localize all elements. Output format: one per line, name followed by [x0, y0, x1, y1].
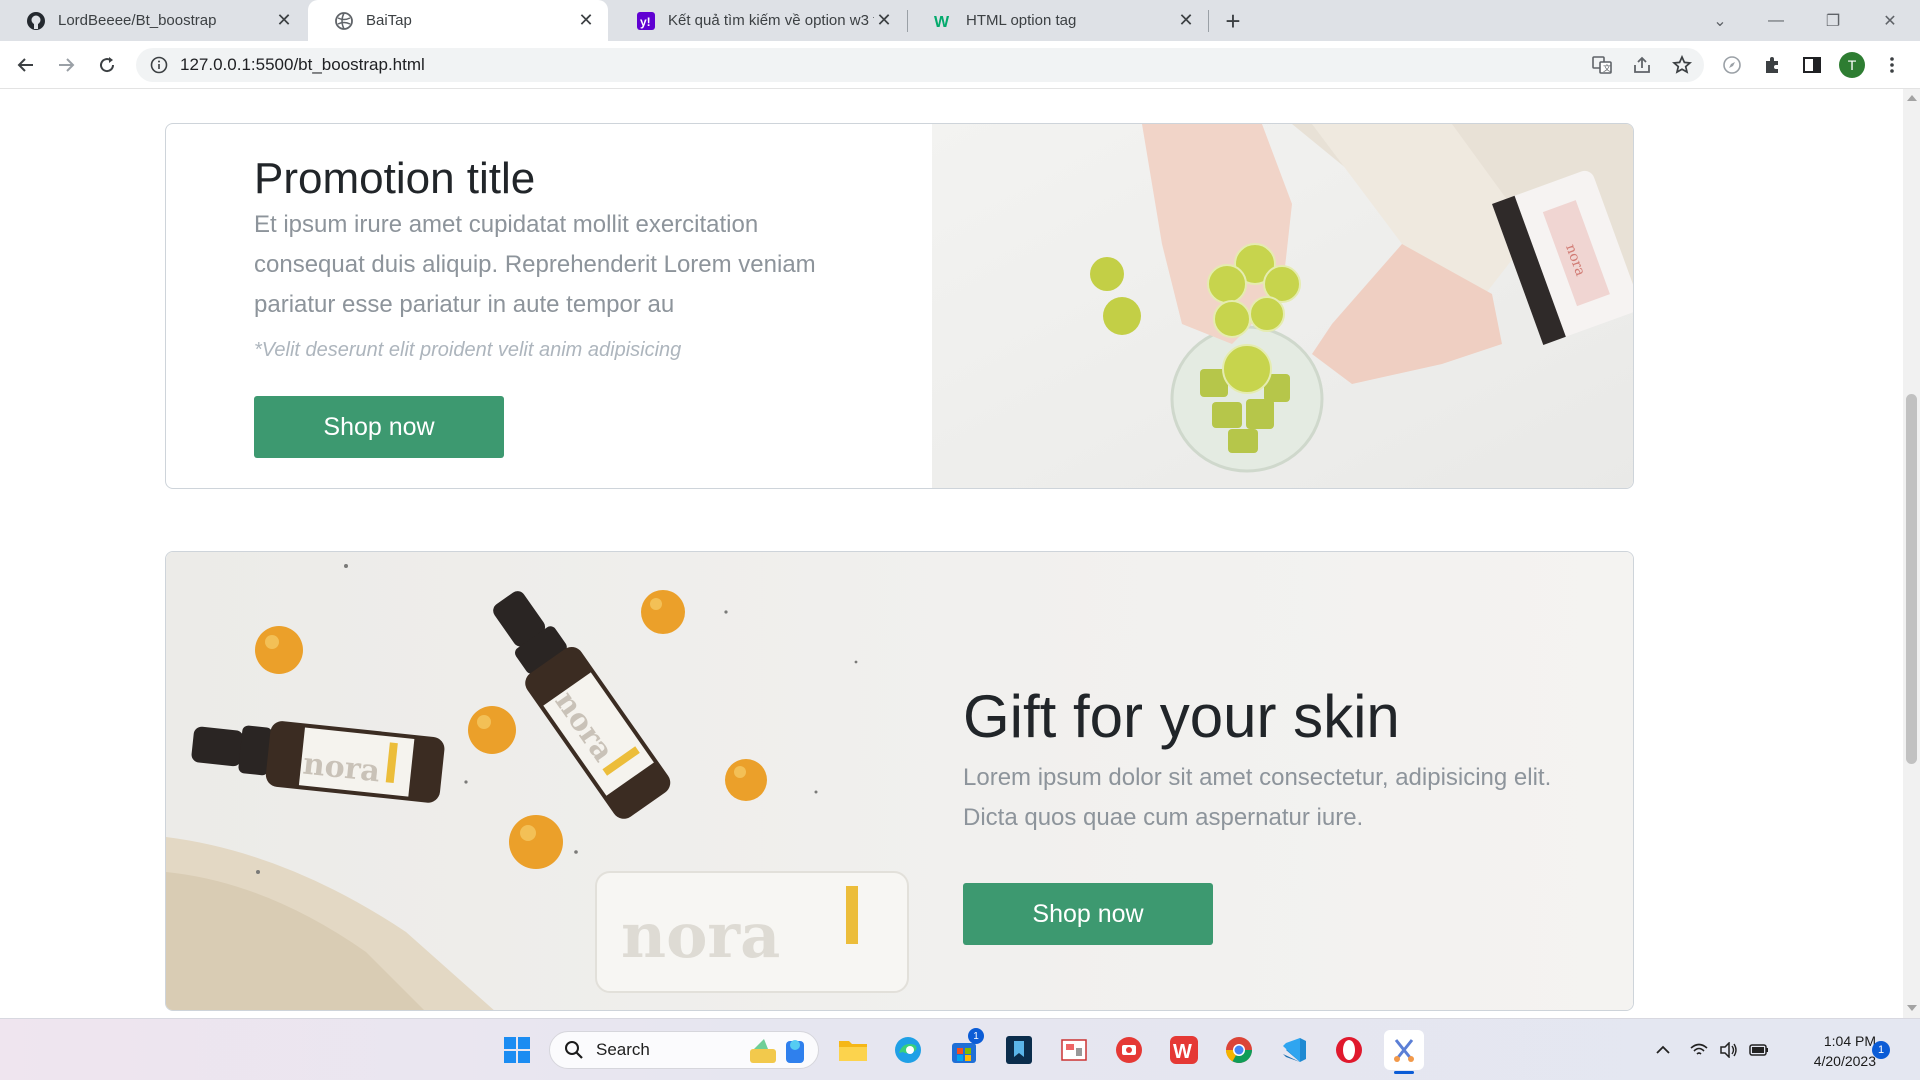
- file-explorer-icon[interactable]: [833, 1030, 873, 1070]
- promotion-product-image: nora: [932, 124, 1633, 488]
- notification-badge[interactable]: 1: [1872, 1041, 1890, 1059]
- back-arrow-icon: [17, 58, 33, 72]
- url-text: 127.0.0.1:5500/bt_boostrap.html: [180, 55, 425, 74]
- minimize-button[interactable]: —: [1746, 0, 1806, 41]
- share-icon[interactable]: [1628, 51, 1656, 79]
- site-info-icon[interactable]: [150, 56, 168, 74]
- promotion-title: Promotion title: [254, 154, 536, 203]
- battery-icon[interactable]: [1744, 1044, 1774, 1056]
- volume-icon[interactable]: [1714, 1042, 1744, 1058]
- tab-title: BaiTap: [366, 12, 412, 29]
- gift-title: Gift for your skin: [963, 683, 1400, 750]
- page-scrollbar[interactable]: [1903, 89, 1920, 1018]
- yahoo-icon: y!: [636, 11, 656, 31]
- avatar: T: [1839, 52, 1865, 78]
- scrollbar-thumb[interactable]: [1906, 394, 1917, 764]
- recorder-app-icon[interactable]: [1109, 1030, 1149, 1070]
- new-tab-button[interactable]: +: [1218, 6, 1248, 36]
- clock-time: 1:04 PM: [1823, 1033, 1876, 1049]
- taskbar-clock[interactable]: 1:04 PM 4/20/2023: [1786, 1031, 1876, 1071]
- tab-title: Kết quả tìm kiếm về option w3 tr: [668, 12, 874, 29]
- tab-separator: [1208, 10, 1209, 32]
- promotion-card: Promotion title Et ipsum irure amet cupi…: [165, 123, 1634, 489]
- back-button[interactable]: [10, 49, 42, 81]
- close-tab-icon[interactable]: ✕: [1176, 10, 1196, 31]
- tab-yahoo[interactable]: y! Kết quả tìm kiếm về option w3 tr ✕: [610, 0, 906, 41]
- promotion-shop-now-button[interactable]: Shop now: [254, 396, 504, 458]
- close-tab-icon[interactable]: ✕: [274, 10, 294, 31]
- close-window-button[interactable]: ✕: [1860, 0, 1920, 41]
- reload-button[interactable]: [91, 49, 123, 81]
- windows-start-icon[interactable]: [497, 1030, 537, 1070]
- translate-icon[interactable]: 文: [1588, 51, 1616, 79]
- w3schools-icon: W: [934, 11, 954, 31]
- tube-brand-label: nora: [621, 899, 780, 972]
- bookmark-star-icon[interactable]: [1668, 51, 1696, 79]
- restore-button[interactable]: ❐: [1803, 0, 1863, 41]
- tab-w3schools[interactable]: W HTML option tag ✕: [908, 0, 1208, 41]
- edge-browser-icon[interactable]: [888, 1030, 928, 1070]
- app-bookmark-icon[interactable]: [999, 1030, 1039, 1070]
- svg-text:W: W: [934, 14, 950, 30]
- svg-text:文: 文: [1603, 63, 1611, 73]
- forward-button[interactable]: [50, 49, 82, 81]
- gift-shop-now-button[interactable]: Shop now: [963, 883, 1213, 945]
- promotion-note: *Velit deserunt elit proident velit anim…: [254, 339, 682, 361]
- github-icon: [26, 11, 46, 31]
- taskbar-search-box[interactable]: Search: [549, 1031, 819, 1069]
- opera-browser-icon[interactable]: [1329, 1030, 1369, 1070]
- menu-kebab-icon[interactable]: [1878, 51, 1906, 79]
- forward-arrow-icon: [59, 58, 75, 72]
- svg-text:W: W: [1173, 1041, 1192, 1063]
- tab-search-icon[interactable]: ⌄: [1690, 0, 1750, 41]
- chrome-browser-icon[interactable]: [1219, 1030, 1259, 1070]
- wps-office-icon[interactable]: W: [1164, 1030, 1204, 1070]
- snip-sketch-icon[interactable]: [1384, 1030, 1424, 1074]
- taskbar: Search 1 W 1:04 PM 4/20/2023 1: [0, 1018, 1920, 1080]
- search-highlight-illustration-icon: [750, 1039, 804, 1063]
- clock-date: 4/20/2023: [1813, 1053, 1876, 1069]
- chevron-up-icon[interactable]: [1650, 1045, 1676, 1055]
- tab-strip: LordBeeee/Bt_boostrap ✕ BaiTap ✕ y! Kết …: [0, 0, 1920, 41]
- browser-toolbar: 127.0.0.1:5500/bt_boostrap.html 文 T: [0, 41, 1920, 89]
- compass-extension-icon[interactable]: [1718, 51, 1746, 79]
- extensions-puzzle-icon[interactable]: [1758, 51, 1786, 79]
- scroll-down-arrow-icon[interactable]: [1907, 1005, 1917, 1011]
- gift-description: Lorem ipsum dolor sit amet consectetur, …: [963, 764, 1552, 831]
- promotion-description: Et ipsum irure amet cupidatat mollit exe…: [254, 211, 816, 318]
- tab-title: HTML option tag: [966, 12, 1077, 29]
- reload-icon: [100, 57, 115, 73]
- tab-baitap[interactable]: BaiTap ✕: [308, 0, 608, 41]
- tab-title: LordBeeee/Bt_boostrap: [58, 12, 217, 29]
- page-viewport: Promotion title Et ipsum irure amet cupi…: [0, 89, 1903, 1018]
- active-app-indicator: [1394, 1071, 1414, 1074]
- snipping-tool-icon[interactable]: [1054, 1030, 1094, 1070]
- close-tab-icon[interactable]: ✕: [576, 10, 596, 31]
- globe-icon: [334, 11, 354, 31]
- gift-card: nora nora nora Gift for your skin Lorem …: [165, 551, 1634, 1011]
- search-placeholder: Search: [596, 1040, 650, 1059]
- search-icon: [565, 1041, 583, 1059]
- svg-text:y!: y!: [640, 15, 651, 29]
- microsoft-store-icon[interactable]: 1: [944, 1028, 984, 1070]
- vscode-icon[interactable]: [1274, 1030, 1314, 1070]
- wifi-icon[interactable]: [1684, 1043, 1714, 1057]
- scroll-up-arrow-icon[interactable]: [1907, 95, 1917, 101]
- side-panel-icon[interactable]: [1798, 51, 1826, 79]
- system-tray: [1650, 1019, 1774, 1080]
- profile-button[interactable]: T: [1838, 51, 1866, 79]
- close-tab-icon[interactable]: ✕: [874, 10, 894, 31]
- store-badge: 1: [968, 1028, 984, 1044]
- tab-github[interactable]: LordBeeee/Bt_boostrap ✕: [0, 0, 306, 41]
- address-bar[interactable]: 127.0.0.1:5500/bt_boostrap.html: [136, 48, 1704, 82]
